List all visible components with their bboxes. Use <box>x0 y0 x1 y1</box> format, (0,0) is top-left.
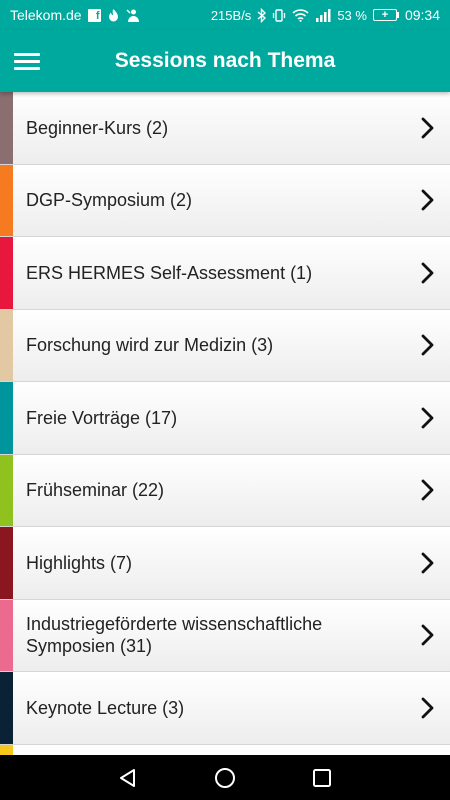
chevron-right-icon <box>414 476 442 504</box>
battery-charging-icon: + <box>372 9 399 21</box>
battery-percent: 53 % <box>337 7 367 23</box>
back-triangle-icon <box>120 768 136 787</box>
chevron-right-icon <box>414 694 442 722</box>
bluetooth-icon <box>257 7 267 23</box>
topic-row[interactable] <box>0 744 450 755</box>
topic-label: Forschung wird zur Medizin (3) <box>26 335 274 356</box>
chevron-right-icon <box>414 259 442 287</box>
topic-color-bar <box>0 382 13 454</box>
topic-list: Beginner-Kurs (2) DGP-Symposium (2) ERS HE… <box>0 92 450 755</box>
home-button[interactable] <box>205 758 245 798</box>
topic-color-bar <box>0 744 13 755</box>
home-circle-icon <box>214 767 235 788</box>
wifi-icon <box>292 9 309 22</box>
topic-row[interactable]: Frühseminar (22) <box>0 454 450 527</box>
topic-row[interactable]: Freie Vorträge (17) <box>0 382 450 455</box>
topic-label: DGP-Symposium (2) <box>26 190 193 211</box>
topic-row[interactable]: ERS HERMES Self-Assessment (1) <box>0 237 450 310</box>
topic-row[interactable]: DGP-Symposium (2) <box>0 164 450 237</box>
app-bar: Sessions nach Thema <box>0 30 450 92</box>
clock: 09:34 <box>404 7 440 23</box>
menu-button[interactable] <box>0 30 54 92</box>
vibrate-icon <box>273 8 286 22</box>
topic-row[interactable]: Keynote Lecture (3) <box>0 672 450 745</box>
topic-label: Highlights (7) <box>26 552 133 573</box>
topic-color-bar <box>0 164 13 236</box>
topic-row[interactable]: Forschung wird zur Medizin (3) <box>0 309 450 382</box>
topic-row[interactable]: Beginner-Kurs (2) <box>0 92 450 165</box>
hamburger-icon <box>14 49 40 74</box>
topic-color-bar <box>0 92 13 164</box>
chevron-right-icon <box>414 621 442 649</box>
topic-color-bar <box>0 527 13 599</box>
topic-row[interactable]: Industriegeförderte wissenschaftliche Sy… <box>0 599 450 672</box>
sync-notification-icon <box>126 8 139 22</box>
topic-label: ERS HERMES Self-Assessment (1) <box>26 262 313 283</box>
signal-icon <box>316 9 331 22</box>
topic-color-bar <box>0 672 13 744</box>
topic-color-bar <box>0 309 13 381</box>
chevron-right-icon <box>414 331 442 359</box>
chevron-right-icon <box>414 549 442 577</box>
back-button[interactable] <box>108 758 148 798</box>
chevron-right-icon <box>414 404 442 432</box>
page-title: Sessions nach Thema <box>114 49 336 72</box>
flame-notification-icon <box>108 8 118 21</box>
navigation-bar <box>0 755 450 800</box>
recents-button[interactable] <box>302 758 342 798</box>
topic-label: Freie Vorträge (17) <box>26 407 178 428</box>
topic-label: Industriegeförderte wissenschaftliche Sy… <box>26 614 323 657</box>
chevron-right-icon <box>414 114 442 142</box>
topic-label: Keynote Lecture (3) <box>26 697 185 718</box>
topic-label: Beginner-Kurs (2) <box>26 117 169 138</box>
topic-color-bar <box>0 454 13 526</box>
topic-label: Frühseminar (22) <box>26 480 165 501</box>
chevron-right-icon <box>414 186 442 214</box>
facebook-notification-icon: f <box>87 8 101 22</box>
topic-row[interactable]: Highlights (7) <box>0 527 450 600</box>
status-bar: Telekom.de f 215B/s 53 % + 09:34 <box>0 0 450 30</box>
recents-square-icon <box>312 768 331 787</box>
topic-color-bar <box>0 599 13 671</box>
topic-color-bar <box>0 237 13 309</box>
network-speed: 215B/s <box>210 7 252 23</box>
carrier-name: Telekom.de <box>10 7 82 23</box>
